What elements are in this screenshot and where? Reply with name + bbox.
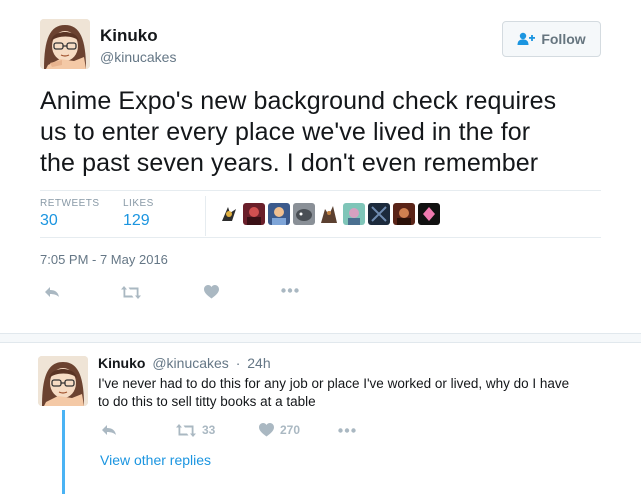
reply-time[interactable]: 24h (247, 355, 270, 371)
tweet-text: Anime Expo's new background check requir… (40, 86, 600, 179)
reply-reply-button[interactable] (101, 424, 117, 436)
tweet-text-line: the past seven years. I don't even remem… (40, 149, 539, 177)
liker-avatar[interactable] (218, 203, 240, 225)
stats-separator (205, 196, 206, 236)
liker-avatar[interactable] (368, 203, 390, 225)
retweet-icon (121, 286, 141, 299)
view-other-replies-link[interactable]: View other replies (100, 452, 211, 468)
likes-label: LIKES (123, 198, 154, 209)
likes-count[interactable]: 129 (123, 212, 150, 230)
tweet-timestamp[interactable]: 7:05 PM - 7 May 2016 (40, 252, 168, 267)
thread-line (62, 410, 65, 494)
reply-like-button[interactable]: 270 (259, 423, 300, 437)
retweet-icon (176, 423, 196, 437)
reply-author-name[interactable]: Kinuko (98, 355, 145, 371)
reply-like-count: 270 (280, 423, 301, 437)
liker-avatar[interactable] (293, 203, 315, 225)
reply-text-line: to do this to sell titty books at a tabl… (98, 394, 316, 409)
reply-icon (102, 425, 116, 435)
liker-avatar[interactable] (393, 203, 415, 225)
reply-separator: · (235, 355, 241, 371)
more-button[interactable] (281, 288, 299, 293)
reply-icon (45, 287, 59, 297)
liker-avatar[interactable] (343, 203, 365, 225)
author-avatar[interactable] (40, 19, 90, 69)
reply-author-avatar[interactable] (38, 356, 88, 406)
reply-header: Kinuko @kinucakes · 24h (98, 355, 271, 371)
retweet-button[interactable] (121, 286, 141, 299)
heart-icon (259, 423, 274, 437)
retweets-count[interactable]: 30 (40, 212, 58, 230)
retweets-label: RETWEETS (40, 198, 100, 209)
reply-button[interactable] (44, 286, 60, 298)
like-button[interactable] (204, 285, 219, 299)
reply-retweet-count: 33 (202, 423, 216, 437)
add-user-icon (517, 32, 536, 45)
liker-avatars (218, 203, 440, 225)
author-name[interactable]: Kinuko (100, 26, 158, 46)
tweet-text-line: Anime Expo's new background check requir… (40, 87, 557, 115)
divider (40, 190, 601, 191)
reply-author-handle[interactable]: @kinucakes (152, 355, 228, 371)
tweet-text-line: us to enter every place we've lived in t… (40, 118, 531, 146)
follow-label: Follow (541, 31, 586, 47)
liker-avatar[interactable] (418, 203, 440, 225)
liker-avatar[interactable] (318, 203, 340, 225)
author-handle[interactable]: @kinucakes (100, 49, 176, 65)
follow-button[interactable]: Follow (502, 21, 601, 57)
reply-text: I've never had to do this for any job or… (98, 375, 608, 411)
divider (40, 237, 601, 238)
more-icon (338, 428, 356, 433)
liker-avatar[interactable] (243, 203, 265, 225)
section-separator (0, 333, 641, 343)
more-icon (281, 288, 299, 293)
reply-more-button[interactable] (338, 428, 356, 433)
heart-icon (204, 285, 219, 299)
reply-retweet-button[interactable]: 33 (176, 423, 215, 437)
liker-avatar[interactable] (268, 203, 290, 225)
reply-text-line: I've never had to do this for any job or… (98, 376, 570, 391)
